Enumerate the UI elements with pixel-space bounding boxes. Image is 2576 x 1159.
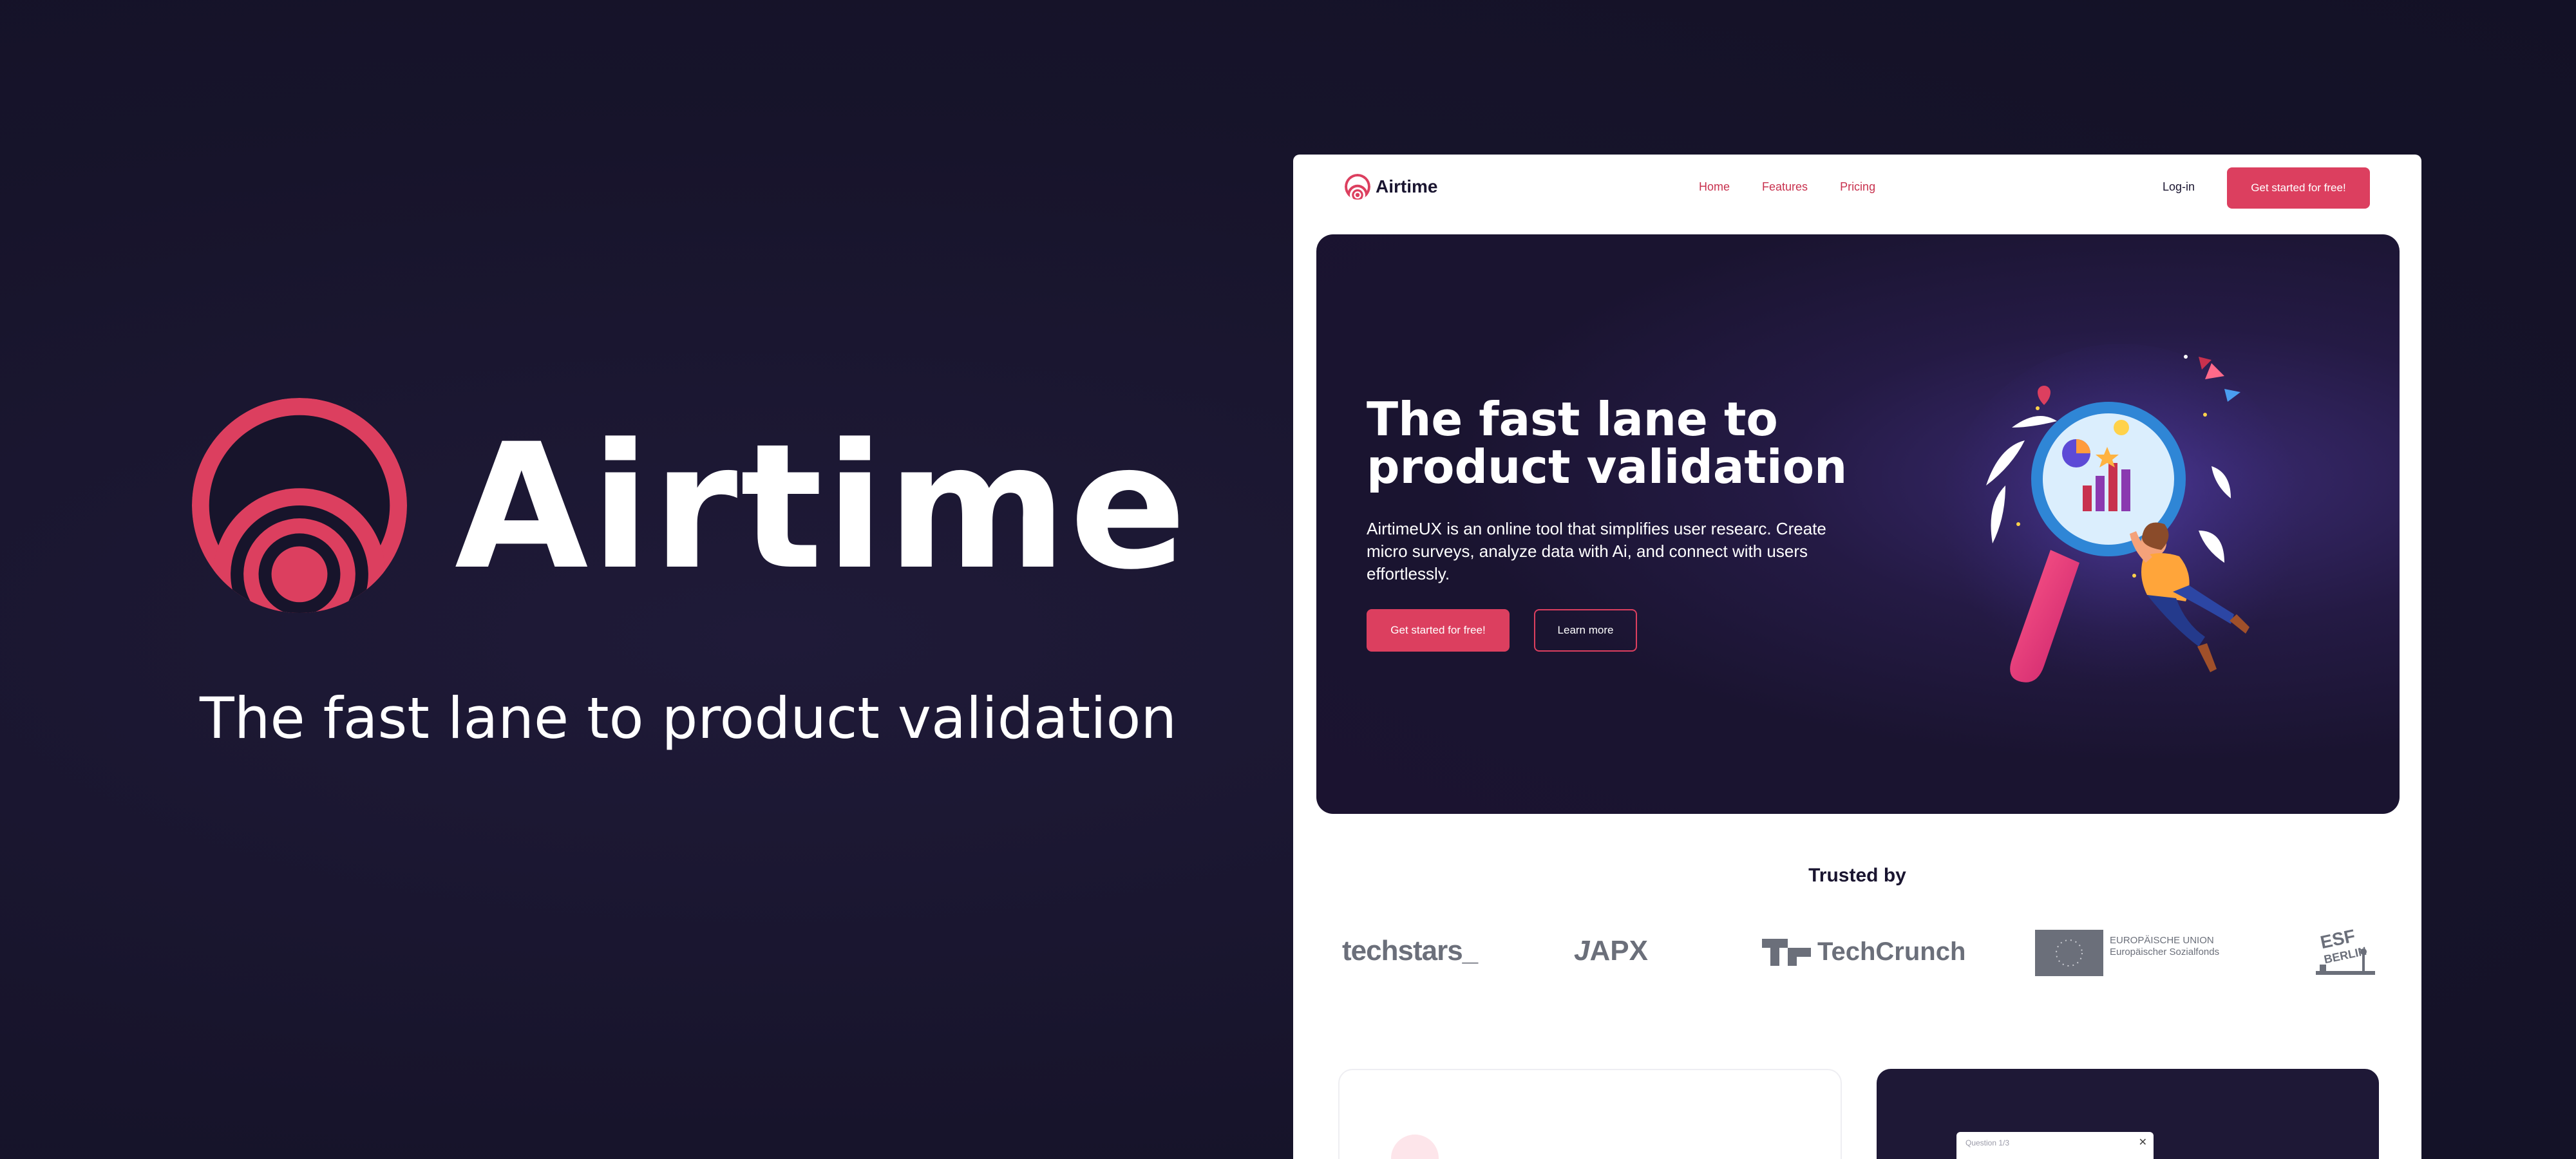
- eu-line-2: Europäischer Sozialfonds: [2110, 947, 2220, 957]
- techcrunch-logo-text: TechCrunch: [1817, 938, 1966, 966]
- tagline: The fast lane to product validation: [200, 685, 1177, 751]
- brand-wordmark: Airtime: [455, 407, 1189, 608]
- question-counter: Question 1/3: [1965, 1138, 2010, 1147]
- nav-brand[interactable]: Airtime: [1376, 171, 1437, 202]
- hero-section: The fast lane to product validation Airt…: [1316, 234, 2400, 814]
- survey-preview-card: Question 1/3 ✕: [1877, 1069, 2379, 1159]
- top-nav: Airtime Home Features Pricing Log-in Get…: [1293, 155, 2421, 219]
- hero-title: The fast lane to product validation: [1367, 392, 1848, 494]
- nav-link-features[interactable]: Features: [1762, 178, 1808, 196]
- airtime-logo-icon[interactable]: [1345, 174, 1370, 200]
- eu-line-1: EUROPÄISCHE UNION: [2110, 935, 2214, 946]
- techcrunch-logo: TechCrunch: [1762, 938, 1965, 966]
- login-link[interactable]: Log-in: [2163, 178, 2195, 196]
- apx-logo-text: APX: [1589, 935, 1648, 966]
- trusted-by-heading: Trusted by: [1808, 865, 1906, 886]
- feature-card: [1338, 1069, 1842, 1159]
- hero-get-started-button[interactable]: Get started for free!: [1367, 609, 1510, 652]
- feature-icon: [1391, 1135, 1439, 1159]
- nav-get-started-button[interactable]: Get started for free!: [2227, 167, 2370, 209]
- learn-more-button[interactable]: Learn more: [1534, 609, 1637, 652]
- question-modal: Question 1/3 ✕: [1956, 1132, 2154, 1159]
- techstars-logo: techstars_: [1342, 935, 1478, 966]
- esf-berlin-icon: ESF BERLIN: [2316, 926, 2375, 975]
- website-preview: Airtime Home Features Pricing Log-in Get…: [1293, 155, 2421, 1159]
- hero-description: AirtimeUX is an online tool that simplif…: [1367, 519, 1826, 583]
- partner-logos: techstars_ JAPX TechCrunch EUROPÄISCHE U…: [1293, 921, 2421, 985]
- nav-links: Home Features Pricing: [1699, 178, 1875, 196]
- nav-link-pricing[interactable]: Pricing: [1840, 178, 1875, 196]
- nav-link-home[interactable]: Home: [1699, 178, 1730, 196]
- hero-branding: Airtime: [192, 398, 1186, 617]
- airtime-logo-icon: [192, 398, 407, 613]
- close-icon[interactable]: ✕: [2139, 1136, 2147, 1149]
- techcrunch-icon: [1762, 938, 1811, 966]
- eu-social-fund-logo: EUROPÄISCHE UNION Europäischer Sozialfon…: [2035, 930, 2219, 976]
- magnifier-illustration: [1941, 344, 2302, 704]
- apx-logo: JAPX: [1574, 935, 1648, 966]
- eu-flag-icon: [2035, 930, 2103, 976]
